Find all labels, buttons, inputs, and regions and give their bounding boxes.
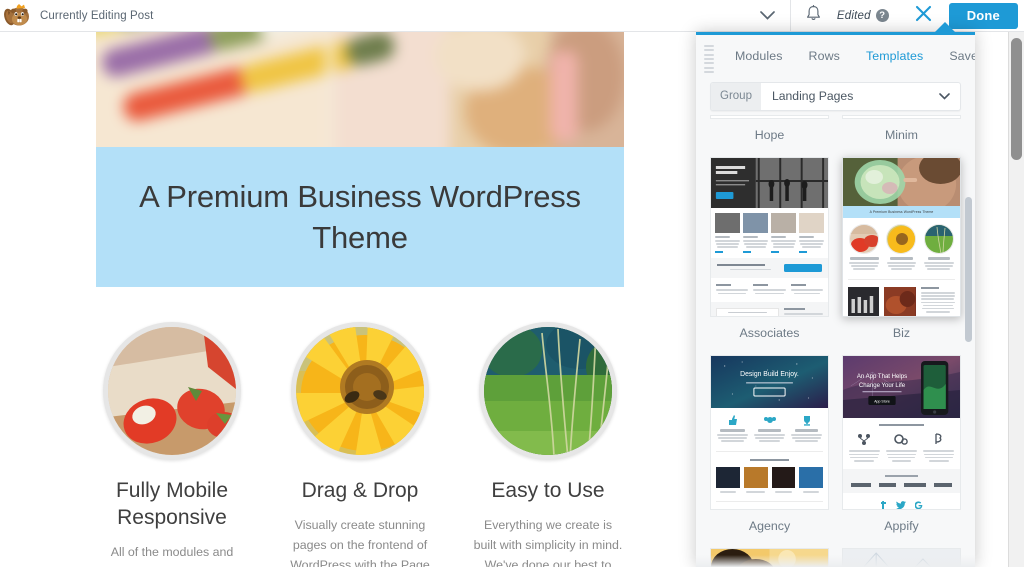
thumb-feature-3 <box>928 257 950 260</box>
feature-image-art <box>296 327 424 455</box>
template-thumbnail[interactable]: eCommerce Theme <box>710 548 829 567</box>
thumbnail-art: An App That Helps Change Your Life App S… <box>843 356 960 510</box>
templates-list: Hope Minim <box>696 115 975 567</box>
edited-label: Edited <box>837 10 871 22</box>
panel-caret-pointer <box>934 22 956 33</box>
template-name[interactable]: Agency <box>710 510 829 546</box>
panel-vertical-scrollbar[interactable] <box>965 197 972 490</box>
feature-image-sunflower <box>291 322 429 460</box>
tab-modules[interactable]: Modules <box>722 35 796 77</box>
chevron-down-icon <box>760 11 775 20</box>
tab-rows[interactable]: Rows <box>796 35 853 77</box>
notification-bell-icon <box>806 5 821 27</box>
builder-panel: Modules Rows Templates Saved Group Landi… <box>696 32 975 567</box>
thumbnail-band-text: A Premium Business WordPress Theme <box>843 206 960 218</box>
svg-text:An App That Helps: An App That Helps <box>857 373 907 380</box>
hero-image-art <box>96 32 624 147</box>
template-thumbnail-appify[interactable]: An App That Helps Change Your Life App S… <box>842 355 961 510</box>
help-question-icon[interactable]: ? <box>876 9 889 22</box>
done-button[interactable]: Done <box>949 3 1018 29</box>
feature-heading: Easy to Use <box>491 478 604 505</box>
template-thumbnail[interactable] <box>842 548 961 567</box>
template-card-biz[interactable]: A Premium Business WordPress Theme <box>842 157 961 355</box>
feature-heading: Fully Mobile Responsive <box>96 478 248 532</box>
feature-image-grass <box>479 322 617 460</box>
template-card[interactable]: Hope <box>710 115 829 157</box>
thumbnail-art: A Premium Business WordPress Theme <box>843 158 960 317</box>
template-name[interactable]: Hope <box>710 119 829 155</box>
template-card[interactable]: Minim <box>842 115 961 157</box>
templates-row-partial-top: Hope Minim <box>710 115 961 157</box>
close-x-icon <box>915 5 932 27</box>
hero-image <box>96 32 624 147</box>
page-scrollbar-thumb[interactable] <box>1011 38 1022 160</box>
template-name[interactable]: Biz <box>842 317 961 353</box>
features-row: Fully Mobile Responsive All of the modul… <box>96 322 624 567</box>
svg-text:App Store: App Store <box>874 399 890 403</box>
template-card-appify[interactable]: An App That Helps Change Your Life App S… <box>842 355 961 548</box>
tab-templates[interactable]: Templates <box>853 35 936 77</box>
notifications-button[interactable] <box>791 0 837 32</box>
thumb-feature-1 <box>850 257 879 260</box>
thumb-feature-2 <box>890 257 913 260</box>
template-thumbnail[interactable] <box>842 115 961 119</box>
edited-status: Edited ? <box>837 9 889 22</box>
feature-image-strawberries <box>103 322 241 460</box>
template-thumbnail[interactable] <box>710 115 829 119</box>
beaver-icon <box>4 4 31 28</box>
admin-bar: Currently Editing Post Edited ? <box>0 0 1024 32</box>
template-thumbnail-associates[interactable] <box>710 157 829 317</box>
panel-scrollbar-thumb[interactable] <box>965 197 972 342</box>
templates-row-partial-bottom: eCommerce Theme <box>710 548 961 567</box>
thumbnail-art <box>711 158 828 317</box>
group-badge-label: Group <box>711 83 761 110</box>
template-name[interactable]: Appify <box>842 510 961 546</box>
feature-text: All of the modules and layouts included … <box>96 542 248 567</box>
template-thumbnail-biz[interactable]: A Premium Business WordPress Theme <box>842 157 961 317</box>
templates-scroll-area[interactable]: Hope Minim <box>696 115 975 567</box>
drag-handle-icon[interactable] <box>704 45 714 73</box>
feature-column: Fully Mobile Responsive All of the modul… <box>96 322 248 567</box>
editing-status-label: Currently Editing Post <box>40 10 153 22</box>
template-card[interactable] <box>842 548 961 567</box>
template-card[interactable]: eCommerce Theme <box>710 548 829 567</box>
group-select[interactable]: Group Landing Pages <box>710 82 961 111</box>
group-filter-bar: Group Landing Pages <box>696 77 975 115</box>
thumbnail-art: Design Build Enjoy. <box>711 356 828 510</box>
feature-heading: Drag & Drop <box>302 478 419 505</box>
hero-title: A Premium Business WordPress Theme <box>130 176 590 258</box>
feature-image-art <box>484 327 612 455</box>
app-root: Currently Editing Post Edited ? <box>0 0 1024 567</box>
feature-column: Easy to Use Everything we create is buil… <box>472 322 624 567</box>
admin-bar-actions: Edited ? Done <box>837 0 1024 32</box>
editing-dropdown-button[interactable] <box>746 0 790 32</box>
group-selected-value: Landing Pages <box>761 89 939 103</box>
beaver-builder-logo-icon[interactable] <box>0 0 34 32</box>
hero-title-band: A Premium Business WordPress Theme <box>96 147 624 287</box>
templates-row: Associates <box>710 157 961 355</box>
template-name[interactable]: Minim <box>842 119 961 155</box>
template-name[interactable]: Associates <box>710 317 829 353</box>
tab-saved[interactable]: Saved <box>936 35 975 77</box>
page-vertical-scrollbar[interactable] <box>1008 32 1024 567</box>
feature-column: Drag & Drop Visually create stunning pag… <box>284 322 436 567</box>
feature-text: Visually create stunning pages on the fr… <box>284 515 436 567</box>
svg-text:Design Build Enjoy.: Design Build Enjoy. <box>740 371 799 378</box>
feature-text: Everything we create is built with simpl… <box>472 515 624 567</box>
chevron-down-icon <box>939 93 960 100</box>
svg-text:Change Your Life: Change Your Life <box>859 382 906 389</box>
template-card-agency[interactable]: Design Build Enjoy. <box>710 355 829 548</box>
template-card-associates[interactable]: Associates <box>710 157 829 355</box>
template-thumbnail-agency[interactable]: Design Build Enjoy. <box>710 355 829 510</box>
templates-row: Design Build Enjoy. <box>710 355 961 548</box>
feature-image-art <box>108 327 236 455</box>
panel-tabs: Modules Rows Templates Saved <box>696 35 975 77</box>
